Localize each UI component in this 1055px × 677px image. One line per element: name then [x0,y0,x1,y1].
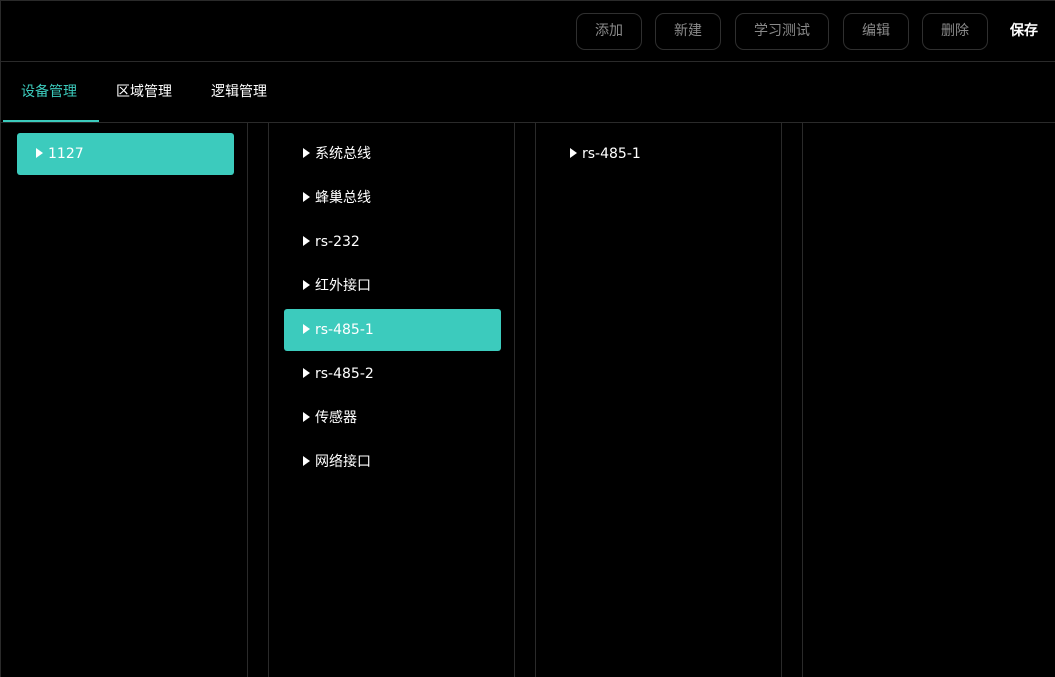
edit-button[interactable]: 编辑 [843,13,909,50]
interface-item-rs485-2[interactable]: rs-485-2 [284,353,501,395]
interface-item-label: rs-485-1 [315,322,374,338]
add-button[interactable]: 添加 [576,13,642,50]
interface-item-label: 传感器 [315,410,357,426]
interface-item-label: 蜂巢总线 [315,190,371,206]
interface-item-label: 系统总线 [315,146,371,162]
interface-item-label: 网络接口 [315,454,371,470]
caret-right-icon [570,147,577,158]
caret-right-icon [303,455,310,466]
caret-right-icon [303,323,310,334]
tab-bar: 设备管理 区域管理 逻辑管理 [1,62,1055,123]
subitem-label: rs-485-1 [582,146,641,162]
caret-right-icon [303,191,310,202]
tab-area-management[interactable]: 区域管理 [116,62,172,122]
device-item-1127[interactable]: 1127 [17,133,234,175]
interface-item-hive-bus[interactable]: 蜂巢总线 [284,177,501,219]
column-divider [247,123,248,677]
device-item-label: 1127 [48,146,84,162]
app-window: 添加 新建 学习测试 编辑 删除 保存 设备管理 区域管理 逻辑管理 1127 … [0,0,1055,677]
interface-item-label: rs-485-2 [315,366,374,382]
column-divider [781,123,782,677]
caret-right-icon [36,147,43,158]
caret-right-icon [303,279,310,290]
delete-button[interactable]: 删除 [922,13,988,50]
caret-right-icon [303,411,310,422]
interface-item-label: rs-232 [315,234,360,250]
subitem-rs485-1[interactable]: rs-485-1 [551,133,768,175]
column-divider [535,123,536,677]
active-tab-indicator [3,120,99,122]
interface-item-infrared[interactable]: 红外接口 [284,265,501,307]
tab-device-management[interactable]: 设备管理 [21,62,77,122]
column-divider [514,123,515,677]
tab-logic-management[interactable]: 逻辑管理 [211,62,267,122]
caret-right-icon [303,235,310,246]
top-toolbar: 添加 新建 学习测试 编辑 删除 保存 [1,1,1055,62]
new-button[interactable]: 新建 [655,13,721,50]
save-button[interactable]: 保存 [1010,13,1038,50]
interface-item-rs485-1[interactable]: rs-485-1 [284,309,501,351]
interface-item-network[interactable]: 网络接口 [284,441,501,483]
caret-right-icon [303,367,310,378]
interface-item-system-bus[interactable]: 系统总线 [284,133,501,175]
interface-item-sensor[interactable]: 传感器 [284,397,501,439]
empty-detail-column [803,124,1055,677]
interface-item-label: 红外接口 [315,278,371,294]
learn-test-button[interactable]: 学习测试 [735,13,829,50]
caret-right-icon [303,147,310,158]
interface-item-rs232[interactable]: rs-232 [284,221,501,263]
column-divider [268,123,269,677]
